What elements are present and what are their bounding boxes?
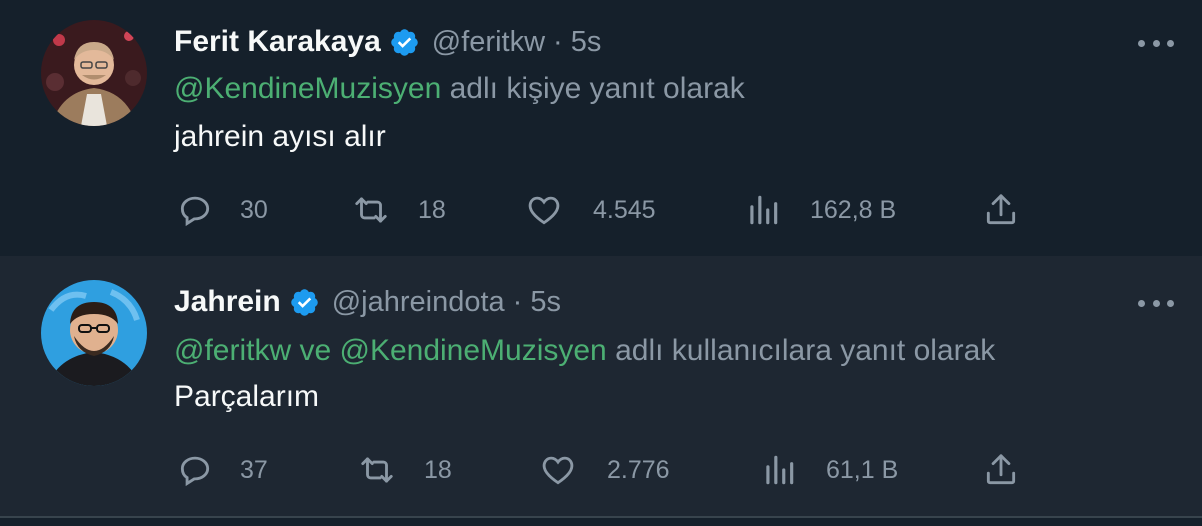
like-icon (542, 456, 574, 485)
views-icon (766, 455, 794, 485)
user-handle[interactable]: @feritkw (432, 26, 545, 59)
share-icon (986, 194, 1016, 225)
like-count: 4.545 (593, 195, 656, 224)
views-button[interactable]: 162,8 B (744, 190, 896, 230)
user-handle[interactable]: @jahreindota (332, 286, 505, 319)
verified-badge-icon (391, 28, 418, 56)
views-count: 162,8 B (810, 195, 897, 224)
avatar[interactable] (41, 20, 147, 126)
tweet-jahrein[interactable]: Jahrein @jahreindota · 5s @feritkw ve @K… (0, 256, 1202, 518)
tweet-text: Parçalarım (174, 380, 320, 413)
avatar[interactable] (41, 280, 147, 386)
display-name[interactable]: Ferit Karakaya (174, 25, 381, 59)
reply-count: 30 (240, 195, 268, 224)
timestamp[interactable]: 5s (571, 26, 602, 59)
views-icon (750, 195, 778, 225)
like-button[interactable]: 4.545 (525, 190, 656, 230)
mention-link[interactable]: @KendineMuzisyen (174, 72, 441, 105)
views-button[interactable]: 61,1 B (760, 450, 898, 490)
retweet-icon (361, 457, 393, 483)
retweet-count: 18 (418, 195, 446, 224)
tweet-header: Jahrein @jahreindota · 5s (174, 280, 561, 324)
like-icon (528, 196, 560, 225)
tweet-ferit[interactable]: Ferit Karakaya @feritkw · 5s @KendineMuz… (0, 0, 1202, 256)
tweet-header: Ferit Karakaya @feritkw · 5s (174, 20, 601, 64)
like-button[interactable]: 2.776 (539, 450, 670, 490)
like-count: 2.776 (607, 455, 670, 484)
reply-context: @KendineMuzisyen adlı kişiye yanıt olara… (174, 72, 745, 106)
action-bar: 30 18 4.545 162,8 B (0, 190, 1202, 230)
timestamp[interactable]: 5s (530, 286, 561, 319)
reply-button[interactable]: 37 (176, 450, 268, 490)
views-count: 61,1 B (826, 455, 899, 484)
reply-icon (180, 456, 210, 487)
mention-link[interactable]: @feritkw ve @KendineMuzisyen (174, 334, 607, 367)
share-icon (986, 454, 1016, 485)
reply-context-label: adlı kişiye yanıt olarak (449, 72, 745, 105)
retweet-button[interactable]: 18 (358, 450, 452, 490)
separator-dot: · (512, 285, 523, 318)
action-bar: 37 18 2.776 61,1 B (0, 450, 1202, 490)
share-button[interactable] (982, 190, 1020, 230)
verified-badge-icon (290, 288, 318, 316)
reply-context-label: adlı kullanıcılara yanıt olarak (615, 334, 996, 367)
divider (0, 516, 1202, 518)
more-icon[interactable] (1138, 298, 1174, 308)
retweet-icon (355, 197, 387, 223)
reply-icon (180, 196, 210, 227)
share-button[interactable] (982, 450, 1020, 490)
more-icon[interactable] (1138, 38, 1174, 48)
tweet-text: jahrein ayısı alır (174, 120, 386, 153)
reply-context: @feritkw ve @KendineMuzisyen adlı kullan… (174, 334, 995, 368)
display-name[interactable]: Jahrein (174, 285, 281, 319)
reply-button[interactable]: 30 (176, 190, 268, 230)
retweet-button[interactable]: 18 (352, 190, 446, 230)
retweet-count: 18 (424, 455, 452, 484)
reply-count: 37 (240, 455, 268, 484)
separator-dot: · (553, 25, 563, 58)
